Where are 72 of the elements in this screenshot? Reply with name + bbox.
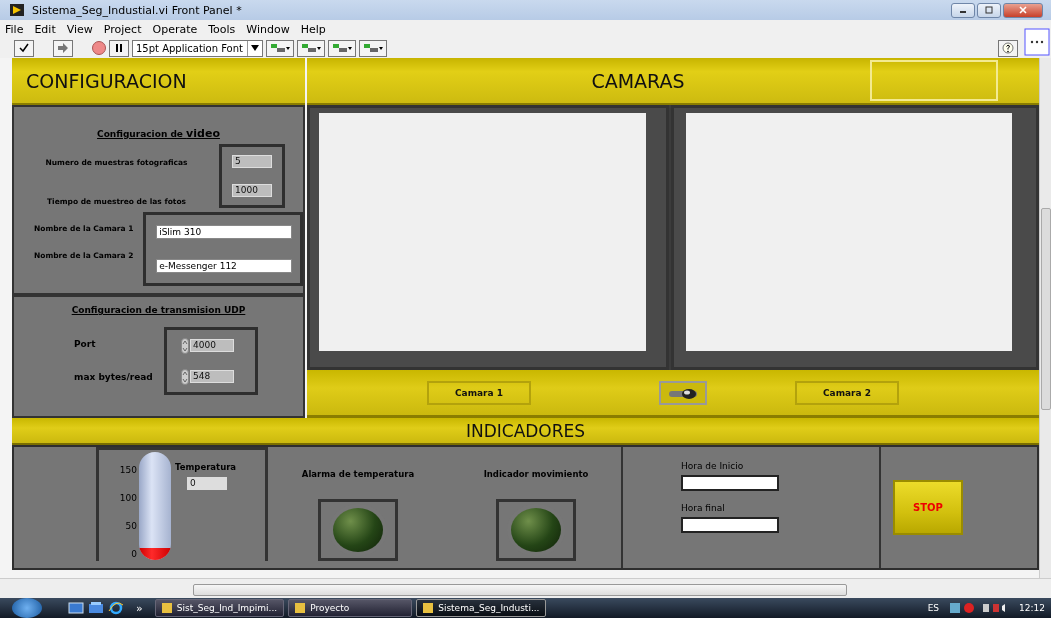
text-field[interactable]: e-Messenger 112 (156, 259, 293, 273)
numeric-field: 0 (187, 477, 227, 490)
align-tool-icon[interactable] (328, 39, 356, 57)
field-label: Temperatura (175, 462, 237, 472)
pause-icon (113, 42, 125, 54)
pause-button[interactable] (109, 39, 129, 57)
minimize-button[interactable] (951, 2, 975, 18)
field-label: Hora final (681, 503, 726, 513)
clock: 12:12 (1019, 603, 1045, 613)
spinner-icon[interactable] (181, 368, 189, 385)
time-field[interactable] (681, 475, 779, 491)
numeric-field[interactable]: 5 (232, 155, 272, 168)
run-button[interactable] (14, 39, 34, 57)
camera-label: Camara 1 (427, 380, 531, 405)
field-label: Hora de Inicio (681, 461, 745, 471)
horizontal-scrollbar[interactable] (0, 578, 1051, 598)
abort-icon[interactable] (92, 41, 106, 55)
font-dropdown[interactable]: 15pt Application Font (132, 39, 263, 57)
scale-label: 50 (125, 520, 137, 533)
numeric-field[interactable]: 548 (190, 370, 234, 383)
start-button[interactable] (12, 598, 42, 618)
language-indicator[interactable]: ES (927, 603, 940, 613)
field-label: Port (74, 339, 97, 349)
indicator-label: Alarma de temperatura (301, 469, 415, 479)
spinner-icon[interactable] (181, 337, 189, 354)
indicator-label: Indicador movimiento (483, 469, 589, 479)
app-icon (10, 4, 24, 16)
field-label: max bytes/read (74, 372, 154, 382)
scale-label: 100 (119, 492, 137, 505)
align-tool-icon[interactable] (359, 39, 387, 57)
checkmark-icon (18, 42, 30, 54)
taskbar-button[interactable]: Sist_Seg_Ind_Impimi... (154, 599, 285, 617)
scale-label: 0 (131, 548, 137, 561)
vi-icon (1024, 28, 1050, 56)
scale-label: 150 (119, 464, 137, 477)
question-icon (1002, 42, 1014, 54)
align-tool-icon[interactable] (266, 39, 294, 57)
menu-item[interactable]: Help (300, 22, 326, 36)
align-tool-icon[interactable] (297, 39, 325, 57)
camera-label: Camara 2 (795, 380, 899, 405)
menu-item[interactable]: File (5, 22, 24, 36)
taskbar-button[interactable]: Proyecto (288, 599, 413, 617)
menu-item[interactable]: Operate (152, 22, 198, 36)
window-title: Sistema_Seg_Industial.vi Front Panel * (32, 3, 242, 17)
text-field[interactable]: iSlim 310 (156, 225, 293, 239)
browser-icon[interactable] (108, 601, 124, 615)
menu-item[interactable]: Edit (34, 22, 56, 36)
desktop-icon[interactable] (68, 601, 84, 615)
arrow-icon (57, 42, 69, 54)
chevron[interactable]: » (136, 601, 143, 615)
toggle-switch[interactable] (659, 380, 707, 405)
panel-title: Configuracion de video (96, 127, 221, 140)
dropdown-arrow-icon (251, 45, 259, 51)
close-icon (1018, 6, 1028, 14)
numeric-field[interactable]: 1000 (232, 184, 272, 197)
menu-item[interactable]: Tools (208, 22, 236, 36)
maximize-icon (984, 6, 994, 14)
menu-item[interactable]: Window (246, 22, 290, 36)
vertical-scrollbar[interactable] (1039, 58, 1051, 578)
panel-title: Configuracion de transmision UDP (70, 305, 247, 315)
section-title: INDICADORES (465, 420, 586, 441)
run-continuously-button[interactable] (53, 39, 73, 57)
menu-item[interactable]: Project (103, 22, 142, 36)
help-button[interactable] (998, 39, 1018, 57)
window-switch-icon[interactable] (88, 601, 104, 615)
section-title: CONFIGURACION (26, 69, 187, 92)
taskbar-button[interactable]: Sistema_Seg_Industi... (416, 599, 547, 617)
time-field[interactable] (681, 517, 779, 533)
menu-item[interactable]: View (66, 22, 93, 36)
close-button[interactable] (1003, 2, 1043, 18)
numeric-field[interactable]: 4000 (190, 339, 234, 352)
section-title: CAMARAS (591, 69, 685, 92)
